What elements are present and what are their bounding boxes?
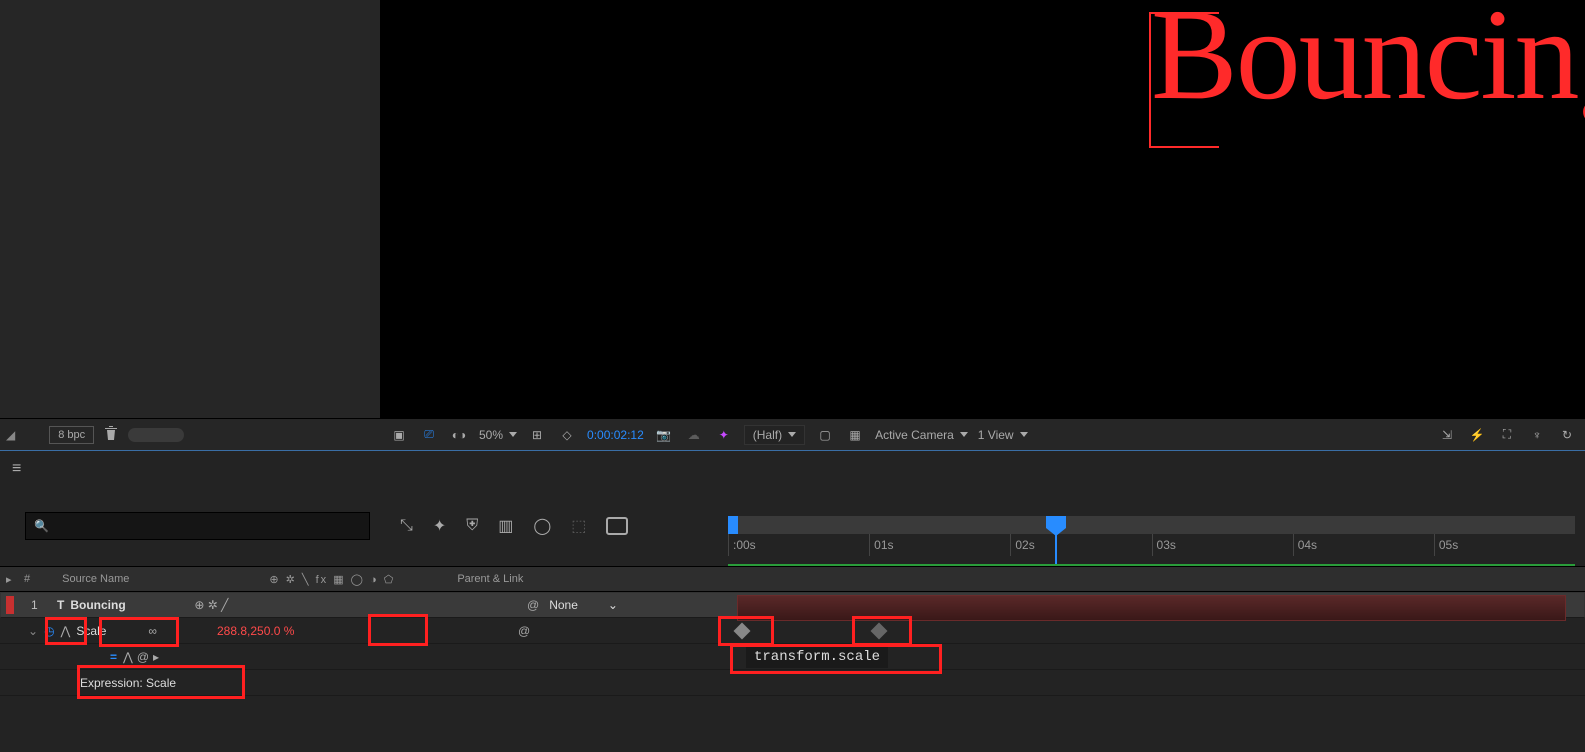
property-row-scale[interactable]: ⌄ ◷ ⋀ Scale ∞ 288.8,250.0 % @	[0, 618, 1585, 644]
shy-icon[interactable]: ⛨	[466, 517, 478, 535]
trash-icon[interactable]	[104, 425, 118, 444]
zoom-dropdown[interactable]: 50%	[479, 428, 517, 442]
pickwhip-icon[interactable]: @	[527, 598, 539, 612]
motion-blur-icon[interactable]: ◯	[533, 516, 551, 536]
resolution-dropdown[interactable]: (Half)	[744, 425, 805, 445]
time-mark: 04s	[1293, 534, 1434, 556]
camera-dropdown[interactable]: Active Camera	[875, 428, 968, 442]
property-name-scale[interactable]: Scale	[76, 624, 106, 638]
panel-menu-row: ≡	[0, 450, 1585, 486]
toggle-alpha-icon[interactable]: ▣	[389, 425, 409, 445]
selection-handle-left[interactable]	[1149, 12, 1219, 148]
keyframe-2[interactable]	[871, 623, 888, 640]
panel-menu-icon[interactable]: ≡	[12, 460, 21, 478]
interpret-footage-icon[interactable]: ◢	[6, 428, 15, 442]
layer-switches[interactable]: ⊕ ✲ ╱	[194, 598, 458, 612]
time-mark: 01s	[869, 534, 1010, 556]
monitor-icon[interactable]: ⎚	[419, 425, 439, 445]
graph-editor-icon[interactable]: ⬚	[571, 516, 586, 536]
time-mark: :00s	[728, 534, 869, 556]
property-row-expression-label: Expression: Scale	[0, 670, 1585, 696]
comp-mini-flowchart-icon[interactable]: ⤡	[400, 517, 413, 535]
brainstorm-icon[interactable]	[606, 517, 628, 535]
current-time-display[interactable]: 0:00:02:12	[587, 428, 644, 442]
scale-y-value[interactable]: 250.0	[250, 624, 280, 638]
vr-icon[interactable]: ◐◑	[449, 425, 469, 445]
expression-graph-icon[interactable]: ⋀	[123, 650, 133, 664]
expression-enable-icon[interactable]: =	[110, 650, 117, 664]
draft-3d-icon[interactable]: ✦	[433, 516, 446, 536]
footer-pill	[128, 428, 184, 442]
scale-x-value[interactable]: 288.8	[217, 624, 247, 638]
keyframe-1[interactable]	[734, 623, 751, 640]
viewer-controls: ▣ ⎚ ◐◑ 50% ⊞ ◇ 0:00:02:12 📷 ☁ ✦ (Half) ▢…	[381, 418, 1585, 450]
views-dropdown[interactable]: 1 View	[978, 428, 1028, 442]
text-layer-icon: T	[57, 598, 64, 612]
frame-blend-icon[interactable]: ▥	[498, 516, 513, 536]
region-icon[interactable]: ▢	[815, 425, 835, 445]
time-mark: 02s	[1010, 534, 1151, 556]
scale-unit: %	[284, 624, 295, 638]
pixel-aspect-icon[interactable]: ⇲	[1437, 425, 1457, 445]
fast-preview-icon[interactable]: ⚡	[1467, 425, 1487, 445]
parent-dropdown[interactable]: None⌄	[549, 598, 618, 612]
composition-viewer[interactable]: Bouncing	[381, 0, 1585, 418]
expression-icons-row: = ⋀ @ ▸ transform.scale	[0, 644, 1585, 670]
col-switches: ⊕ ✲ ╲ fx ▦ ◯ ◑ ⬠	[263, 573, 401, 586]
time-mark: 05s	[1434, 534, 1575, 556]
graph-icon[interactable]: ⋀	[61, 624, 71, 638]
layer-color-label[interactable]	[6, 596, 14, 614]
layer-row-1[interactable]: 1 T Bouncing ⊕ ✲ ╱ @ None⌄	[0, 592, 1585, 618]
snapshot-icon[interactable]: 📷	[654, 425, 674, 445]
col-arrow[interactable]: ▸	[0, 573, 18, 586]
timeline-ruler[interactable]: :00s 01s 02s 03s 04s 05s	[718, 516, 1585, 566]
show-snapshot-icon[interactable]: ☁	[684, 425, 704, 445]
timeline-layers: 1 T Bouncing ⊕ ✲ ╱ @ None⌄ ⌄ ◷ ⋀ Scale ∞…	[0, 592, 1585, 752]
layer-index: 1	[31, 598, 51, 612]
expression-pickwhip-icon[interactable]: @	[137, 650, 149, 664]
safe-zones-icon[interactable]: ⊞	[527, 425, 547, 445]
flowchart-icon[interactable]: ♆	[1527, 425, 1547, 445]
refresh-icon[interactable]: ↻	[1557, 425, 1577, 445]
layer-name[interactable]: Bouncing	[70, 598, 125, 612]
twirl-down-icon[interactable]: ⌄	[28, 624, 38, 638]
timeline-icon[interactable]: ⛶	[1497, 425, 1517, 445]
search-icon: 🔍	[34, 519, 49, 533]
work-area-start[interactable]	[728, 516, 738, 534]
property-pickwhip-icon[interactable]: @	[518, 624, 530, 638]
col-source-name[interactable]: Source Name	[56, 573, 135, 585]
color-mgmt-icon[interactable]: ✦	[714, 425, 734, 445]
expression-language-menu-icon[interactable]: ▸	[153, 650, 159, 664]
bit-depth-button[interactable]: 8 bpc	[49, 426, 94, 444]
expression-field[interactable]: transform.scale	[746, 646, 888, 668]
col-parent-link[interactable]: Parent & Link	[451, 573, 529, 585]
time-mark: 03s	[1152, 534, 1293, 556]
timeline-column-header: ▸ # Source Name ⊕ ✲ ╲ fx ▦ ◯ ◑ ⬠ Parent …	[0, 566, 1585, 592]
transparency-grid-icon[interactable]: ▦	[845, 425, 865, 445]
project-panel[interactable]	[0, 0, 381, 418]
expression-label: Expression: Scale	[80, 676, 176, 690]
constrain-proportions-icon[interactable]: ∞	[148, 624, 157, 638]
col-number: #	[18, 573, 36, 585]
mask-icon[interactable]: ◇	[557, 425, 577, 445]
stopwatch-icon[interactable]: ◷	[44, 624, 54, 638]
timeline-search-input[interactable]: 🔍	[25, 512, 370, 540]
